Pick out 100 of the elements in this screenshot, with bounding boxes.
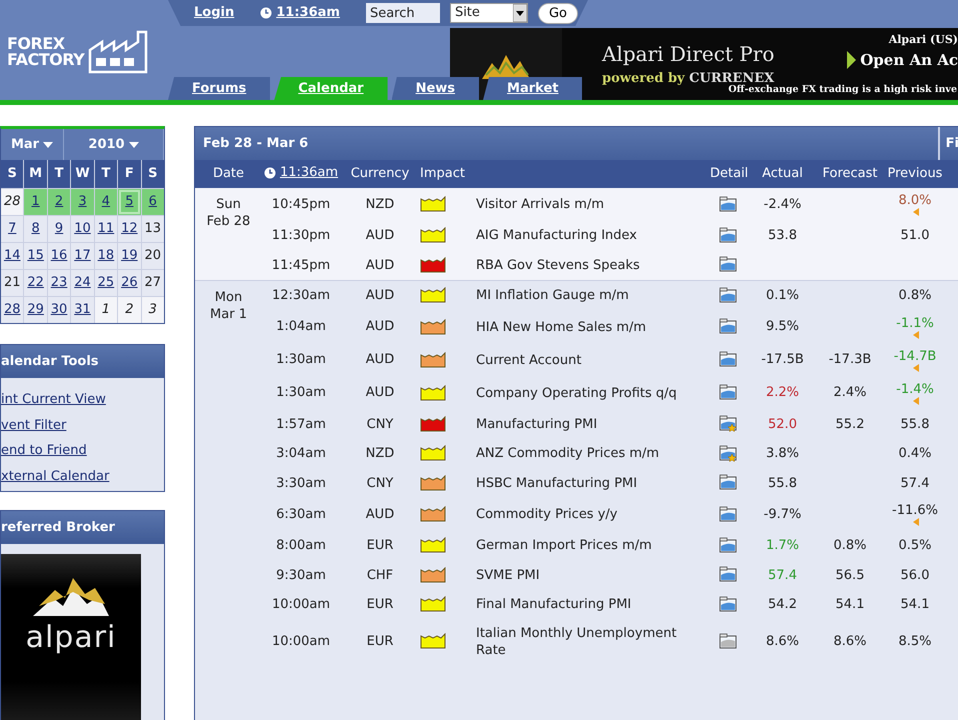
calendar-day[interactable]: 28 xyxy=(1,297,24,323)
calendar-day[interactable]: 29 xyxy=(24,297,47,323)
nav-tab[interactable]: News xyxy=(392,77,480,100)
currency-cell: NZD xyxy=(366,196,394,212)
calendar-day: 2 xyxy=(118,297,141,323)
calendar-day[interactable]: 31 xyxy=(71,297,94,323)
banner-disclaimer: Off-exchange FX trading is a high risk inve xyxy=(728,83,957,97)
column-header: Previous xyxy=(880,160,950,188)
calendar-day[interactable]: 1 xyxy=(24,189,47,215)
calendar-day[interactable]: 16 xyxy=(48,243,70,269)
currency-cell: NZD xyxy=(366,446,394,461)
go-button[interactable]: Go xyxy=(538,2,578,24)
currency-cell: AUD xyxy=(366,258,394,272)
currency-cell: CNY xyxy=(366,476,394,490)
calendar-day[interactable]: 4 xyxy=(94,189,118,215)
previous-value: 57.4 xyxy=(900,476,930,490)
calendar-day[interactable]: 14 xyxy=(1,243,24,269)
time-link[interactable]: 11:36am xyxy=(276,3,340,23)
calendar-day[interactable]: 2 xyxy=(48,189,70,215)
tool-link[interactable]: vent Filter xyxy=(1,416,66,435)
currency-cell: CHF xyxy=(366,568,394,582)
weekday-label: T xyxy=(48,160,70,188)
calendar-day[interactable]: 30 xyxy=(48,297,70,323)
document-icon[interactable] xyxy=(718,596,736,613)
actual-value: -9.7% xyxy=(764,506,802,522)
login-link[interactable]: Login xyxy=(194,3,234,23)
broker-logo[interactable]: alpari xyxy=(1,554,141,720)
tool-link[interactable]: xternal Calendar xyxy=(1,466,110,486)
actual-value: 53.8 xyxy=(768,228,797,243)
document-icon[interactable] xyxy=(718,444,736,462)
calendar-day[interactable]: 19 xyxy=(118,243,141,269)
document-icon[interactable] xyxy=(718,415,736,432)
document-icon[interactable] xyxy=(718,506,736,523)
search-field[interactable]: Search xyxy=(366,3,440,23)
column-header: Forecast xyxy=(820,160,880,188)
calendar-day[interactable]: 26 xyxy=(118,270,141,296)
event-name: Final Manufacturing PMI xyxy=(476,597,632,612)
forecast-value: 0.8% xyxy=(833,538,867,553)
forecast-value: 56.5 xyxy=(836,568,864,582)
forecast-value: 2.4% xyxy=(833,385,867,400)
banner-cta[interactable]: Open An Ac xyxy=(860,48,958,71)
previous-value: -1.4% xyxy=(896,382,934,396)
previous-value: -11.6% xyxy=(892,503,938,518)
document-icon[interactable] xyxy=(718,318,736,336)
actual-value: 2.2% xyxy=(766,385,800,400)
weekday-label: S xyxy=(1,160,24,188)
nav-tab[interactable]: Market xyxy=(483,77,582,100)
document-icon[interactable] xyxy=(718,384,736,402)
time-cell: 10:45pm xyxy=(272,196,330,212)
banner-title: Alpari Direct Pro xyxy=(602,41,776,68)
document-icon[interactable] xyxy=(718,286,736,304)
previous-value: 0.4% xyxy=(898,446,932,461)
document-icon[interactable] xyxy=(718,566,736,584)
event-name: HSBC Manufacturing PMI xyxy=(476,476,638,491)
document-icon[interactable] xyxy=(718,196,736,213)
document-icon[interactable] xyxy=(718,256,736,274)
weekday-label: T xyxy=(94,160,118,188)
document-icon[interactable] xyxy=(718,536,736,554)
calendar-day[interactable]: 17 xyxy=(71,243,94,269)
event-name: MI Inflation Gauge m/m xyxy=(476,288,629,304)
column-header: Detail xyxy=(710,160,745,188)
actual-value: 52.0 xyxy=(768,416,797,432)
actual-value: 1.7% xyxy=(766,538,800,553)
calendar-day[interactable]: 10 xyxy=(71,216,94,242)
calendar-day[interactable]: 25 xyxy=(94,270,118,296)
date-label: Sun Feb 28 xyxy=(206,196,250,230)
calendar-day[interactable]: 15 xyxy=(24,243,47,269)
calendar-day: 28 xyxy=(1,189,24,215)
document-icon[interactable] xyxy=(718,226,736,244)
tool-link[interactable]: end to Friend xyxy=(1,441,87,460)
calendar-day[interactable]: 5 xyxy=(118,189,141,215)
previous-value: 56.0 xyxy=(900,568,930,582)
nav-tab[interactable]: Forums xyxy=(168,77,270,100)
calendar-day[interactable]: 11 xyxy=(94,216,118,242)
calendar-day[interactable]: 3 xyxy=(71,189,94,215)
calendar-day[interactable]: 7 xyxy=(1,216,24,242)
tool-link[interactable]: int Current View xyxy=(1,390,106,410)
calendar-day[interactable]: 12 xyxy=(118,216,141,242)
document-icon[interactable] xyxy=(718,632,736,650)
actual-value: 54.2 xyxy=(768,597,797,612)
calendar-day[interactable]: 9 xyxy=(48,216,70,242)
site-logo[interactable]: FOREX FACTORY xyxy=(7,36,84,68)
calendar-day[interactable]: 6 xyxy=(142,189,164,215)
calendar-day[interactable]: 8 xyxy=(24,216,47,242)
banner-corner-text: Alpari (US) xyxy=(888,32,958,48)
calendar-day[interactable]: 22 xyxy=(24,270,47,296)
actual-value: 3.8% xyxy=(766,446,800,461)
column-header: Date xyxy=(195,160,262,188)
previous-value: 8.0% xyxy=(898,193,932,208)
currency-cell: AUD xyxy=(366,288,394,303)
scope-select[interactable]: Site xyxy=(450,3,528,23)
event-name: Visitor Arrivals m/m xyxy=(476,197,604,212)
calendar-day[interactable]: 23 xyxy=(48,270,70,296)
event-name: RBA Gov Stevens Speaks xyxy=(476,258,640,273)
time-cell: 9:30am xyxy=(276,568,326,582)
calendar-day[interactable]: 24 xyxy=(71,270,94,296)
document-icon[interactable] xyxy=(718,474,736,492)
document-icon[interactable] xyxy=(718,351,736,368)
calendar-day[interactable]: 18 xyxy=(94,243,118,269)
previous-value: 8.5% xyxy=(898,634,932,649)
